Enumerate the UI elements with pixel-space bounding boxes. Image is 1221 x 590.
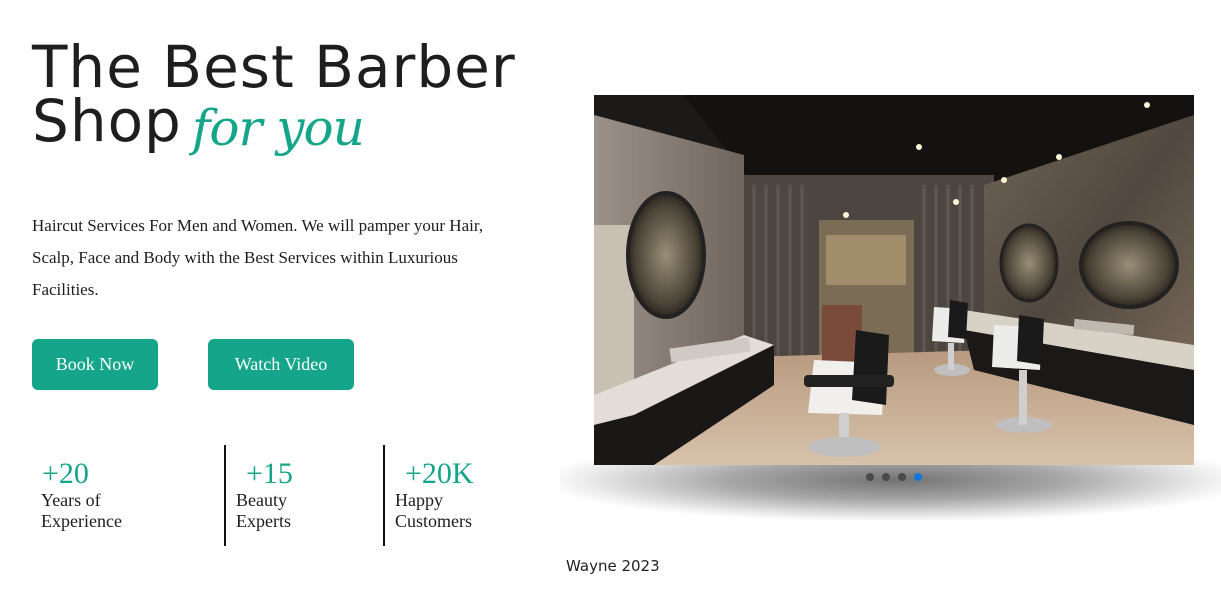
- stat-label: Years of Experience: [41, 490, 122, 531]
- carousel-slide-image: [594, 95, 1194, 465]
- carousel-dot-2[interactable]: [882, 473, 890, 481]
- carousel-dot-3[interactable]: [898, 473, 906, 481]
- stat-divider: [383, 445, 385, 546]
- footer-credit: Wayne 2023: [566, 557, 660, 575]
- stat-experts: +15 Beauty Experts: [236, 456, 306, 532]
- hero-description: Haircut Services For Men and Women. We w…: [32, 216, 484, 299]
- stat-label: Happy Customers: [395, 490, 473, 531]
- carousel-dot-1[interactable]: [866, 473, 874, 481]
- stat-divider: [224, 445, 226, 546]
- stat-value: +20K: [405, 457, 474, 490]
- stat-years: +20 Years of Experience: [41, 456, 151, 532]
- carousel-dot-4[interactable]: [914, 473, 922, 481]
- stat-label: Beauty Experts: [236, 490, 291, 531]
- hero-title: The Best Barber Shop for you: [32, 33, 572, 155]
- hero-title-line-2: Shop for you: [32, 92, 572, 155]
- hero-title-shop: Shop: [32, 87, 182, 155]
- stat-customers: +20K Happy Customers: [395, 456, 495, 532]
- barber-shop-illustration: [594, 95, 1194, 465]
- carousel-dots: [866, 473, 922, 481]
- stat-value: +20: [42, 457, 89, 490]
- hero-title-line-1: The Best Barber: [32, 33, 516, 101]
- book-now-button[interactable]: Book Now: [32, 339, 158, 390]
- stat-value: +15: [246, 457, 293, 490]
- watch-video-button[interactable]: Watch Video: [208, 339, 354, 390]
- hero-title-accent: for you: [191, 99, 365, 157]
